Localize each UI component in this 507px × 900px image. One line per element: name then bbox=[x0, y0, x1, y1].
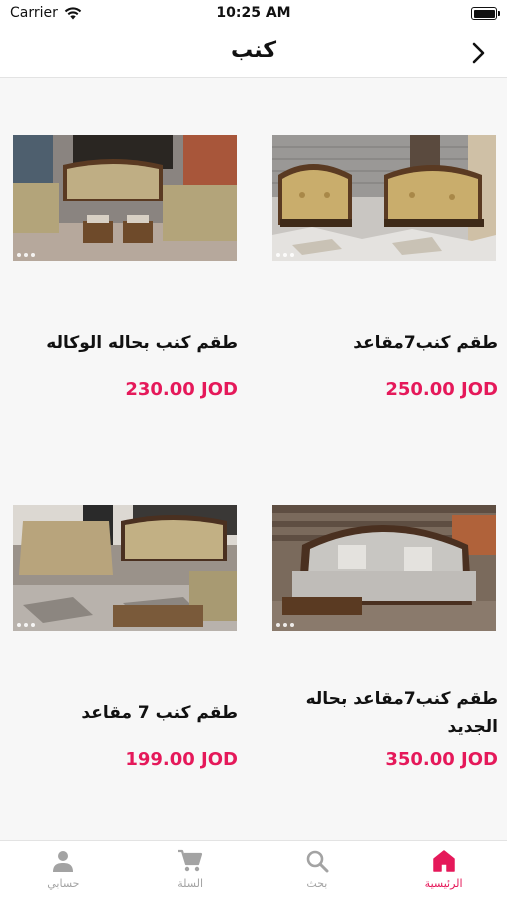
tab-label: بحث bbox=[306, 877, 328, 890]
product-image bbox=[13, 135, 237, 261]
user-icon bbox=[53, 851, 74, 872]
product-price: 199.00 JOD bbox=[125, 749, 238, 770]
product-price: 350.00 JOD bbox=[385, 749, 498, 770]
navigation-bar: كنب bbox=[0, 28, 507, 78]
tab-bar: حسابي السلة بحث الرئيسية bbox=[0, 840, 507, 900]
status-bar: Carrier 10:25 AM bbox=[0, 0, 507, 28]
tab-home[interactable]: الرئيسية bbox=[380, 841, 507, 900]
image-carousel-dots bbox=[276, 253, 294, 257]
image-carousel-dots bbox=[276, 623, 294, 627]
page-title: كنب bbox=[230, 38, 277, 63]
product-image bbox=[272, 505, 496, 631]
chevron-right-icon bbox=[472, 42, 485, 64]
product-card[interactable]: طقم كنب7مقاعد 250.00 JOD bbox=[268, 135, 498, 400]
product-title: طقم كنب بحاله الوكاله bbox=[46, 333, 238, 353]
search-icon bbox=[306, 850, 329, 873]
tab-account[interactable]: حسابي bbox=[0, 841, 127, 900]
product-image bbox=[272, 135, 496, 261]
product-card[interactable]: طقم كنب بحاله الوكاله 230.00 JOD bbox=[8, 135, 238, 400]
clock: 10:25 AM bbox=[216, 5, 291, 21]
tab-label: السلة bbox=[177, 877, 203, 890]
product-image bbox=[13, 505, 237, 631]
product-grid: طقم كنب7مقاعد 250.00 JOD طقم كنب بحاله ا… bbox=[0, 79, 507, 840]
home-icon bbox=[432, 850, 455, 872]
back-button[interactable] bbox=[465, 38, 493, 68]
product-title: طقم كنب7مقاعد بحاله الجديد bbox=[305, 689, 498, 737]
battery-icon bbox=[471, 7, 500, 20]
product-title: طقم كنب 7 مقاعد bbox=[81, 703, 238, 723]
product-price: 250.00 JOD bbox=[385, 379, 498, 400]
product-card[interactable]: طقم كنب7مقاعد بحاله الجديد 350.00 JOD bbox=[268, 505, 498, 770]
product-price: 230.00 JOD bbox=[125, 379, 238, 400]
tab-label: الرئيسية bbox=[424, 877, 463, 890]
product-card[interactable]: طقم كنب 7 مقاعد 199.00 JOD bbox=[8, 505, 238, 770]
image-carousel-dots bbox=[17, 253, 35, 257]
tab-label: حسابي bbox=[47, 877, 80, 890]
image-carousel-dots bbox=[17, 623, 35, 627]
product-title: طقم كنب7مقاعد bbox=[353, 333, 498, 353]
tab-search[interactable]: بحث bbox=[254, 841, 381, 900]
tab-cart[interactable]: السلة bbox=[127, 841, 254, 900]
cart-icon bbox=[178, 849, 203, 872]
